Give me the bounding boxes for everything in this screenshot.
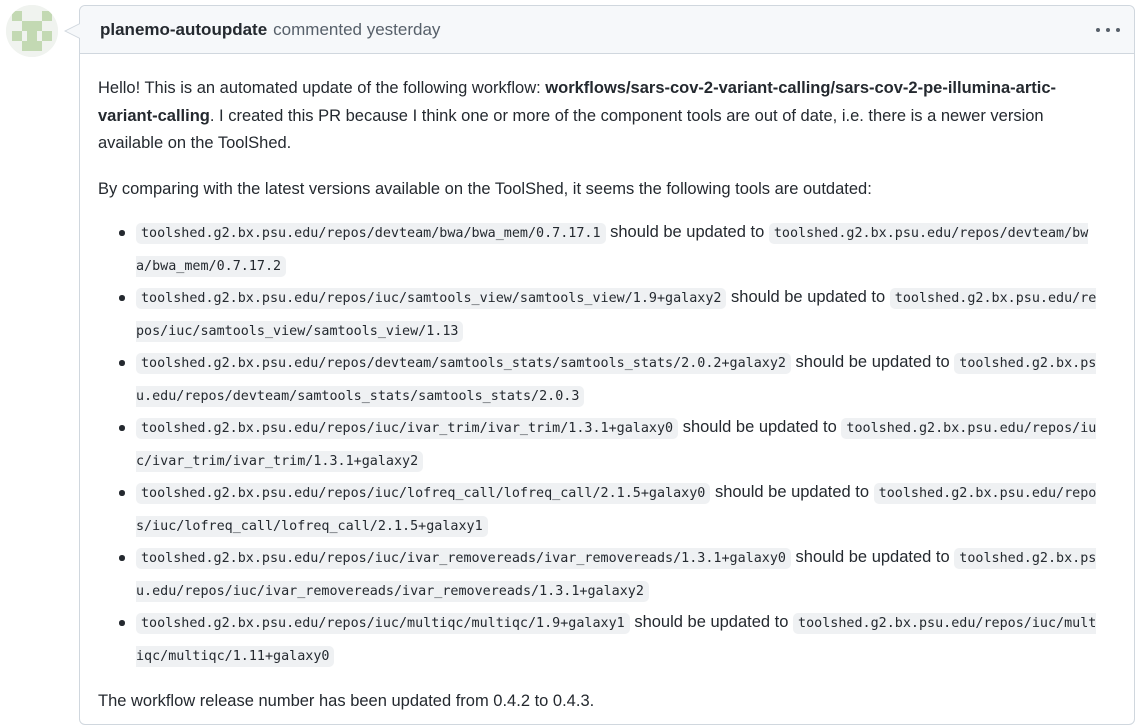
old-tool-version: toolshed.g2.bx.psu.edu/repos/devteam/bwa… (136, 223, 606, 244)
comment-header: planemo-autoupdate commented yesterday (80, 6, 1134, 54)
list-item: toolshed.g2.bx.psu.edu/repos/iuc/ivar_tr… (118, 412, 1104, 477)
intro-suffix: . I created this PR because I think one … (98, 106, 1044, 153)
comment-box: planemo-autoupdate commented yesterday H… (64, 5, 1135, 725)
intro-prefix: Hello! This is an automated update of th… (98, 79, 546, 97)
update-connector: should be updated to (795, 353, 950, 371)
old-tool-version: toolshed.g2.bx.psu.edu/repos/devteam/sam… (136, 353, 791, 374)
old-tool-version: toolshed.g2.bx.psu.edu/repos/iuc/multiqc… (136, 613, 630, 634)
intro-paragraph: Hello! This is an automated update of th… (98, 75, 1104, 158)
list-item: toolshed.g2.bx.psu.edu/repos/iuc/lofreq_… (118, 477, 1104, 542)
list-item: toolshed.g2.bx.psu.edu/repos/iuc/samtool… (118, 282, 1104, 347)
comment-body: Hello! This is an automated update of th… (80, 54, 1134, 716)
update-connector: should be updated to (610, 223, 765, 241)
update-connector: should be updated to (682, 418, 837, 436)
comment-timestamp[interactable]: commented yesterday (273, 20, 440, 40)
list-item: toolshed.g2.bx.psu.edu/repos/devteam/bwa… (118, 217, 1104, 282)
comment-author-link[interactable]: planemo-autoupdate (100, 20, 267, 40)
avatar[interactable] (6, 5, 58, 57)
old-tool-version: toolshed.g2.bx.psu.edu/repos/iuc/samtool… (136, 288, 727, 309)
update-connector: should be updated to (731, 288, 886, 306)
release-note: The workflow release number has been upd… (98, 692, 595, 710)
list-item: toolshed.g2.bx.psu.edu/repos/devteam/sam… (118, 347, 1104, 412)
old-tool-version: toolshed.g2.bx.psu.edu/repos/iuc/lofreq_… (136, 483, 711, 504)
tool-update-list: toolshed.g2.bx.psu.edu/repos/devteam/bwa… (98, 217, 1104, 672)
identicon-avatar-icon (6, 5, 58, 57)
list-item: toolshed.g2.bx.psu.edu/repos/iuc/ivar_re… (118, 542, 1104, 607)
lead-paragraph: By comparing with the latest versions av… (98, 179, 872, 198)
update-connector: should be updated to (714, 483, 870, 501)
update-connector: should be updated to (634, 613, 789, 631)
old-tool-version: toolshed.g2.bx.psu.edu/repos/iuc/ivar_re… (136, 548, 791, 569)
kebab-menu-icon[interactable] (1096, 20, 1120, 40)
list-item: toolshed.g2.bx.psu.edu/repos/iuc/multiqc… (118, 607, 1104, 672)
update-connector: should be updated to (795, 548, 950, 566)
old-tool-version: toolshed.g2.bx.psu.edu/repos/iuc/ivar_tr… (136, 418, 679, 439)
